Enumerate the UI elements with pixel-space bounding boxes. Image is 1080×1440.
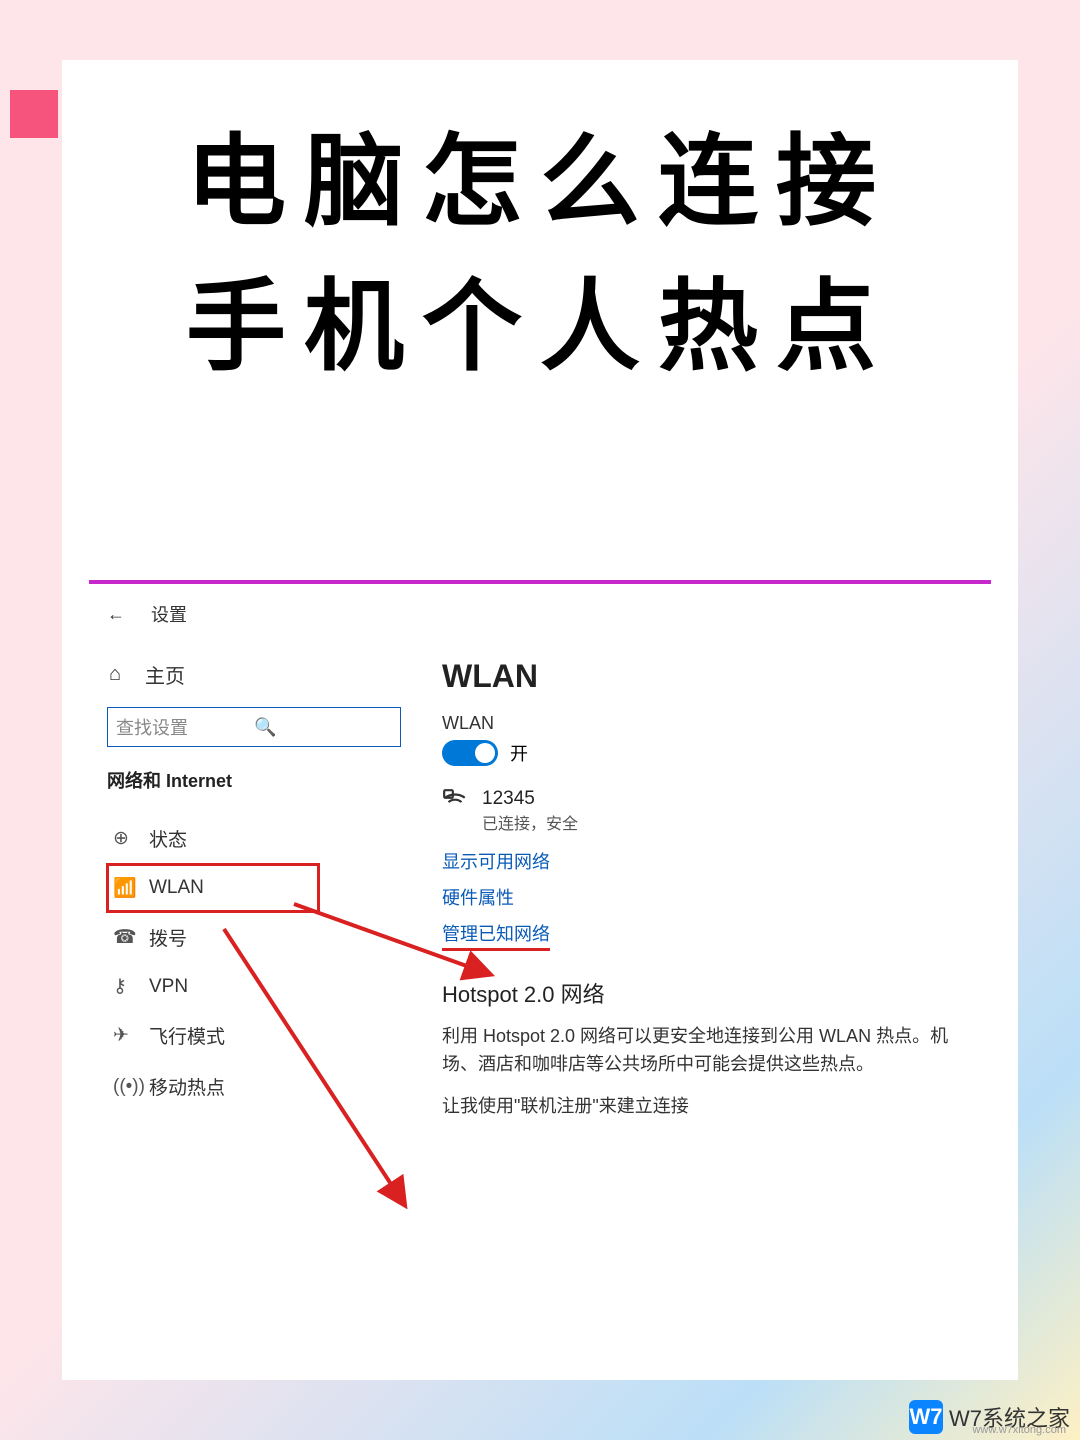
link-hardware-properties[interactable]: 硬件属性 <box>442 884 973 910</box>
sidebar-item-label: 飞行模式 <box>149 1022 225 1049</box>
network-status: 已连接，安全 <box>482 810 578 834</box>
wifi-icon: 📶 <box>113 876 135 900</box>
watermark: W7 W7系统之家 www.w7xitong.com <box>909 1400 1070 1434</box>
content-pane: WLAN WLAN 开 12345 已连接，安全 显示可用网络 硬件属性 <box>424 634 991 1350</box>
search-icon: 🔍 <box>254 717 392 738</box>
sidebar-home[interactable]: ⌂ 主页 <box>107 652 424 707</box>
link-manage-known-networks[interactable]: 管理已知网络 <box>442 920 973 951</box>
vpn-icon: ⚷ <box>113 975 135 998</box>
sidebar-item-label: VPN <box>149 976 188 998</box>
home-label: 主页 <box>145 660 185 689</box>
watermark-logo: W7 <box>909 1400 943 1434</box>
hotspot-body-2: 让我使用"联机注册"来建立连接 <box>442 1093 973 1121</box>
dialup-icon: ☎ <box>113 926 135 949</box>
sidebar-item-label: WLAN <box>149 877 204 899</box>
home-icon: ⌂ <box>109 663 131 686</box>
sidebar-item-vpn[interactable]: ⚷ VPN <box>107 963 424 1010</box>
sidebar-item-dialup[interactable]: ☎ 拨号 <box>107 912 424 963</box>
window-title: 设置 <box>151 601 187 627</box>
sidebar-section-label: 网络和 Internet <box>107 767 424 793</box>
sidebar-item-label: 移动热点 <box>149 1073 225 1100</box>
hotspot-body: 利用 Hotspot 2.0 网络可以更安全地连接到公用 WLAN 热点。机场、… <box>442 1023 973 1079</box>
watermark-url: www.w7xitong.com <box>972 1424 1066 1436</box>
sidebar-item-wlan[interactable]: 📶 WLAN <box>107 864 319 912</box>
title-line-2: 手机个人热点 <box>102 255 978 400</box>
document-card: 电脑怎么连接 手机个人热点 ← 设置 ⌂ 主页 查找设置 🔍 网络和 Inter… <box>62 60 1018 1380</box>
hotspot-heading: Hotspot 2.0 网络 <box>442 977 973 1009</box>
search-placeholder: 查找设置 <box>116 714 254 740</box>
title-line-1: 电脑怎么连接 <box>102 110 978 255</box>
sidebar-item-label: 状态 <box>149 825 187 852</box>
wlan-toggle[interactable]: 开 <box>442 740 973 766</box>
link-manage-label: 管理已知网络 <box>442 920 550 951</box>
article-title: 电脑怎么连接 手机个人热点 <box>62 60 1018 410</box>
network-name: 12345 <box>482 788 578 810</box>
back-icon[interactable]: ← <box>107 604 125 625</box>
airplane-icon: ✈ <box>113 1024 135 1047</box>
connected-network[interactable]: 12345 已连接，安全 <box>442 788 973 834</box>
wlan-sublabel: WLAN <box>442 713 973 734</box>
toggle-state-label: 开 <box>510 740 528 766</box>
window-header: ← 设置 <box>89 584 991 634</box>
sidebar: ⌂ 主页 查找设置 🔍 网络和 Internet ⊕ 状态 📶 WLAN <box>89 634 424 1350</box>
toggle-on-icon <box>442 740 498 766</box>
search-input[interactable]: 查找设置 🔍 <box>107 707 401 747</box>
sidebar-item-airplane[interactable]: ✈ 飞行模式 <box>107 1010 424 1061</box>
link-show-networks[interactable]: 显示可用网络 <box>442 848 973 874</box>
accent-square <box>10 90 58 138</box>
status-icon: ⊕ <box>113 827 135 850</box>
sidebar-item-status[interactable]: ⊕ 状态 <box>107 813 424 864</box>
hotspot-icon: ((•)) <box>113 1076 135 1098</box>
sidebar-item-hotspot[interactable]: ((•)) 移动热点 <box>107 1061 424 1112</box>
settings-screenshot: ← 设置 ⌂ 主页 查找设置 🔍 网络和 Internet ⊕ 状态 <box>89 580 991 1350</box>
sidebar-item-label: 拨号 <box>149 924 187 951</box>
page-heading: WLAN <box>442 658 973 695</box>
wifi-lock-icon <box>442 788 470 820</box>
